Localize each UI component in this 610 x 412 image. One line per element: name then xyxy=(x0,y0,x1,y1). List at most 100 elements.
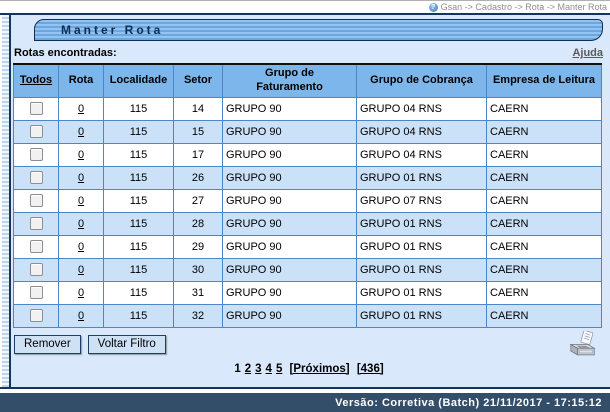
row-select-checkbox[interactable] xyxy=(30,217,43,230)
rota-cell: 0 xyxy=(59,258,104,281)
table-header: Todos Rota Localidade Setor Grupo de Fat… xyxy=(14,64,602,97)
rota-link[interactable]: 0 xyxy=(78,103,84,115)
localidade-cell: 115 xyxy=(104,143,174,166)
setor-cell: 27 xyxy=(174,189,223,212)
setor-cell: 15 xyxy=(174,120,223,143)
grupo-faturamento-cell: GRUPO 90 xyxy=(223,120,357,143)
grupo-cobranca-cell: GRUPO 01 RNS xyxy=(357,281,487,304)
localidade-cell: 115 xyxy=(104,235,174,258)
rota-cell: 0 xyxy=(59,143,104,166)
row-select-checkbox[interactable] xyxy=(30,286,43,299)
empresa-leitura-cell: CAERN xyxy=(487,143,602,166)
empresa-leitura-cell: CAERN xyxy=(487,212,602,235)
last-page-link[interactable]: [436] xyxy=(357,363,384,375)
checkbox-cell xyxy=(14,304,59,327)
grupo-cobranca-cell: GRUPO 01 RNS xyxy=(357,212,487,235)
page-link[interactable]: 4 xyxy=(266,363,272,375)
page-link[interactable]: 5 xyxy=(276,363,282,375)
page-link[interactable]: 3 xyxy=(255,363,261,375)
table-row: 011514GRUPO 90GRUPO 04 RNSCAERN xyxy=(14,97,602,120)
rota-link[interactable]: 0 xyxy=(78,310,84,322)
localidade-cell: 115 xyxy=(104,304,174,327)
breadcrumb: ? Gsan -> Cadastro -> Rota -> Manter Rot… xyxy=(0,1,610,13)
grupo-cobranca-cell: GRUPO 07 RNS xyxy=(357,189,487,212)
help-icon[interactable]: ? xyxy=(429,3,438,12)
next-pages-link[interactable]: [Próximos] xyxy=(290,363,350,375)
empresa-leitura-cell: CAERN xyxy=(487,97,602,120)
page-frame: Manter Rota Rotas encontradas: Ajuda Tod… xyxy=(0,15,610,389)
checkbox-cell xyxy=(14,281,59,304)
row-select-checkbox[interactable] xyxy=(30,125,43,138)
grupo-cobranca-cell: GRUPO 01 RNS xyxy=(357,235,487,258)
current-page: 1 xyxy=(234,363,240,375)
header-grupo-faturamento: Grupo de Faturamento xyxy=(223,64,357,97)
localidade-cell: 115 xyxy=(104,189,174,212)
row-select-checkbox[interactable] xyxy=(30,263,43,276)
grupo-cobranca-cell: GRUPO 01 RNS xyxy=(357,166,487,189)
row-select-checkbox[interactable] xyxy=(30,194,43,207)
localidade-cell: 115 xyxy=(104,166,174,189)
localidade-cell: 115 xyxy=(104,281,174,304)
checkbox-cell xyxy=(14,212,59,235)
rota-link[interactable]: 0 xyxy=(78,241,84,253)
checkbox-cell xyxy=(14,235,59,258)
rota-cell: 0 xyxy=(59,189,104,212)
localidade-cell: 115 xyxy=(104,258,174,281)
localidade-cell: 115 xyxy=(104,120,174,143)
setor-cell: 28 xyxy=(174,212,223,235)
empresa-leitura-cell: CAERN xyxy=(487,281,602,304)
rota-link[interactable]: 0 xyxy=(78,264,84,276)
empresa-leitura-cell: CAERN xyxy=(487,235,602,258)
printer-icon[interactable] xyxy=(568,331,598,363)
pagination-pages: 2345 xyxy=(243,363,285,375)
checkbox-cell xyxy=(14,143,59,166)
row-select-checkbox[interactable] xyxy=(30,309,43,322)
rota-link[interactable]: 0 xyxy=(78,172,84,184)
rota-cell: 0 xyxy=(59,304,104,327)
checkbox-cell xyxy=(14,189,59,212)
checkbox-cell xyxy=(14,97,59,120)
todos-link[interactable]: Todos xyxy=(20,74,52,86)
grupo-faturamento-cell: GRUPO 90 xyxy=(223,212,357,235)
row-select-checkbox[interactable] xyxy=(30,102,43,115)
grupo-faturamento-cell: GRUPO 90 xyxy=(223,258,357,281)
row-select-checkbox[interactable] xyxy=(30,171,43,184)
voltar-filtro-button[interactable]: Voltar Filtro xyxy=(88,335,166,354)
table-row: 0 11529GRUPO 90GRUPO 01 RNSCAERN xyxy=(14,235,602,258)
remover-button[interactable]: Remover xyxy=(14,335,81,354)
localidade-cell: 115 xyxy=(104,97,174,120)
rota-link[interactable]: 0 xyxy=(78,126,84,138)
row-select-checkbox[interactable] xyxy=(30,148,43,161)
actions-row: Remover Voltar Filtro xyxy=(14,335,602,354)
table-row: 011517GRUPO 90GRUPO 04 RNSCAERN xyxy=(14,143,602,166)
setor-cell: 29 xyxy=(174,235,223,258)
rota-cell: 0 xyxy=(59,235,104,258)
grupo-faturamento-cell: GRUPO 90 xyxy=(223,143,357,166)
grupo-faturamento-cell: GRUPO 90 xyxy=(223,235,357,258)
table-row: 011532GRUPO 90GRUPO 01 RNSCAERN xyxy=(14,304,602,327)
setor-cell: 30 xyxy=(174,258,223,281)
localidade-cell: 115 xyxy=(104,212,174,235)
setor-cell: 26 xyxy=(174,166,223,189)
rota-link[interactable]: 0 xyxy=(78,218,84,230)
empresa-leitura-cell: CAERN xyxy=(487,189,602,212)
checkbox-cell xyxy=(14,258,59,281)
rota-link[interactable]: 0 xyxy=(78,195,84,207)
table-row: 011530GRUPO 90GRUPO 01 RNSCAERN xyxy=(14,258,602,281)
row-select-checkbox[interactable] xyxy=(30,240,43,253)
page-link[interactable]: 2 xyxy=(245,363,251,375)
routes-table: Todos Rota Localidade Setor Grupo de Fat… xyxy=(13,63,602,328)
ajuda-link[interactable]: Ajuda xyxy=(572,47,603,59)
empresa-leitura-cell: CAERN xyxy=(487,166,602,189)
rota-link[interactable]: 0 xyxy=(78,149,84,161)
grupo-faturamento-cell: GRUPO 90 xyxy=(223,304,357,327)
header-todos: Todos xyxy=(14,64,59,97)
header-rota: Rota xyxy=(59,64,104,97)
checkbox-cell xyxy=(14,120,59,143)
grupo-faturamento-cell: GRUPO 90 xyxy=(223,166,357,189)
rota-link[interactable]: 0 xyxy=(78,287,84,299)
grupo-faturamento-cell: GRUPO 90 xyxy=(223,97,357,120)
grupo-cobranca-cell: GRUPO 01 RNS xyxy=(357,258,487,281)
grupo-faturamento-cell: GRUPO 90 xyxy=(223,281,357,304)
grupo-cobranca-cell: GRUPO 04 RNS xyxy=(357,120,487,143)
